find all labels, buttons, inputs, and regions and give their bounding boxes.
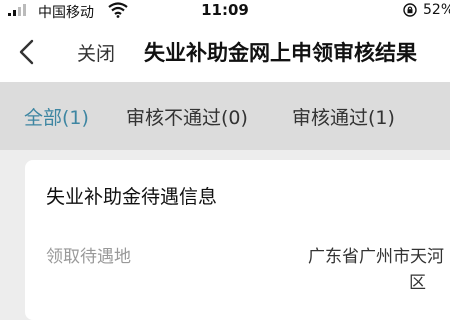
field-value-benefit-location: 广东省广州市天河 [308,247,444,267]
tab-approved[interactable]: 审核通过(1) [292,103,395,130]
close-button[interactable]: 关闭 [77,39,115,66]
chevron-left-icon [19,39,34,65]
nav-bar: 关闭 失业补助金网上申领审核结果 [0,22,450,82]
tab-all[interactable]: 全部(1) [24,103,89,130]
status-bar: 中国移动 11:09 52% [0,0,450,22]
content-area: 失业补助金待遇信息 领取待遇地 广东省广州市天河 区 [0,150,450,320]
battery-percentage: 52% [423,2,450,18]
page-title: 失业补助金网上申领审核结果 [144,41,417,65]
back-button[interactable] [14,38,42,66]
status-time: 11:09 [201,1,249,19]
benefit-info-card: 失业补助金待遇信息 领取待遇地 广东省广州市天河 区 [25,160,450,320]
filter-tabs: 全部(1) 审核不通过(0) 审核通过(1) [0,82,450,150]
tab-rejected[interactable]: 审核不通过(0) [126,103,248,130]
rotation-lock-icon [403,3,417,17]
field-label-benefit-location: 领取待遇地 [46,247,131,267]
field-value-benefit-location-cont: 区 [409,273,426,293]
card-title: 失业补助金待遇信息 [46,186,218,208]
